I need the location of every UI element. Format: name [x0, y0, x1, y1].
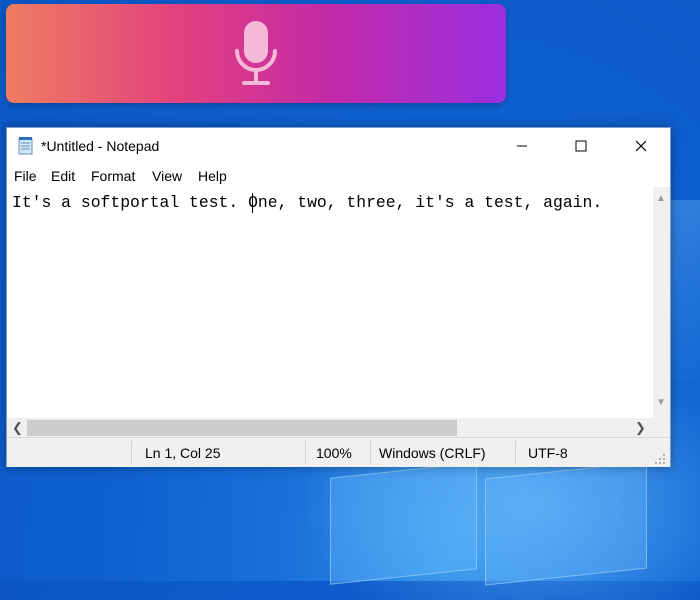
- resize-grip-icon[interactable]: [653, 452, 667, 466]
- maximize-icon: [575, 140, 587, 152]
- voice-typing-panel: [6, 4, 506, 103]
- text-caret: [252, 193, 253, 213]
- text-editor[interactable]: It's a softportal test. One, two, three,…: [7, 187, 653, 418]
- windows-logo-pane-left: [330, 462, 477, 585]
- menu-view[interactable]: View: [152, 168, 182, 184]
- status-separator: [515, 441, 516, 464]
- status-bar: Ln 1, Col 25 100% Windows (CRLF) UTF-8: [7, 437, 670, 467]
- status-cursor-position: Ln 1, Col 25: [145, 445, 221, 461]
- notepad-icon: [18, 137, 33, 155]
- status-encoding: UTF-8: [528, 445, 568, 461]
- minimize-button[interactable]: [493, 128, 551, 164]
- microphone-icon[interactable]: [232, 20, 280, 87]
- horizontal-scroll-thumb[interactable]: [27, 420, 457, 436]
- window-title: *Untitled - Notepad: [41, 138, 160, 154]
- menu-format[interactable]: Format: [91, 168, 135, 184]
- scroll-right-icon[interactable]: ❯: [635, 420, 646, 436]
- menu-help[interactable]: Help: [198, 168, 227, 184]
- close-button[interactable]: [612, 128, 670, 164]
- notepad-window: *Untitled - Notepad File Edit Format Vie…: [6, 127, 671, 467]
- horizontal-scrollbar[interactable]: ❮ ❯: [7, 418, 653, 437]
- vertical-scrollbar[interactable]: ▲ ▼: [653, 187, 670, 418]
- maximize-button[interactable]: [552, 128, 610, 164]
- close-icon: [635, 140, 647, 152]
- status-zoom: 100%: [316, 445, 352, 461]
- menu-edit[interactable]: Edit: [51, 168, 75, 184]
- menu-bar: File Edit Format View Help: [7, 165, 670, 187]
- menu-file[interactable]: File: [14, 168, 37, 184]
- status-separator: [131, 441, 132, 464]
- status-separator: [305, 441, 306, 464]
- scroll-down-icon[interactable]: ▼: [656, 397, 666, 408]
- status-line-ending: Windows (CRLF): [379, 445, 486, 461]
- minimize-icon: [517, 145, 527, 147]
- scroll-left-icon[interactable]: ❮: [12, 420, 23, 436]
- title-bar[interactable]: *Untitled - Notepad: [7, 128, 670, 164]
- status-separator: [370, 441, 371, 464]
- editor-text: It's a softportal test. One, two, three,…: [12, 193, 603, 212]
- scrollbar-corner: [653, 418, 670, 437]
- scroll-up-icon[interactable]: ▲: [656, 193, 666, 204]
- windows-logo-pane-right: [485, 461, 647, 586]
